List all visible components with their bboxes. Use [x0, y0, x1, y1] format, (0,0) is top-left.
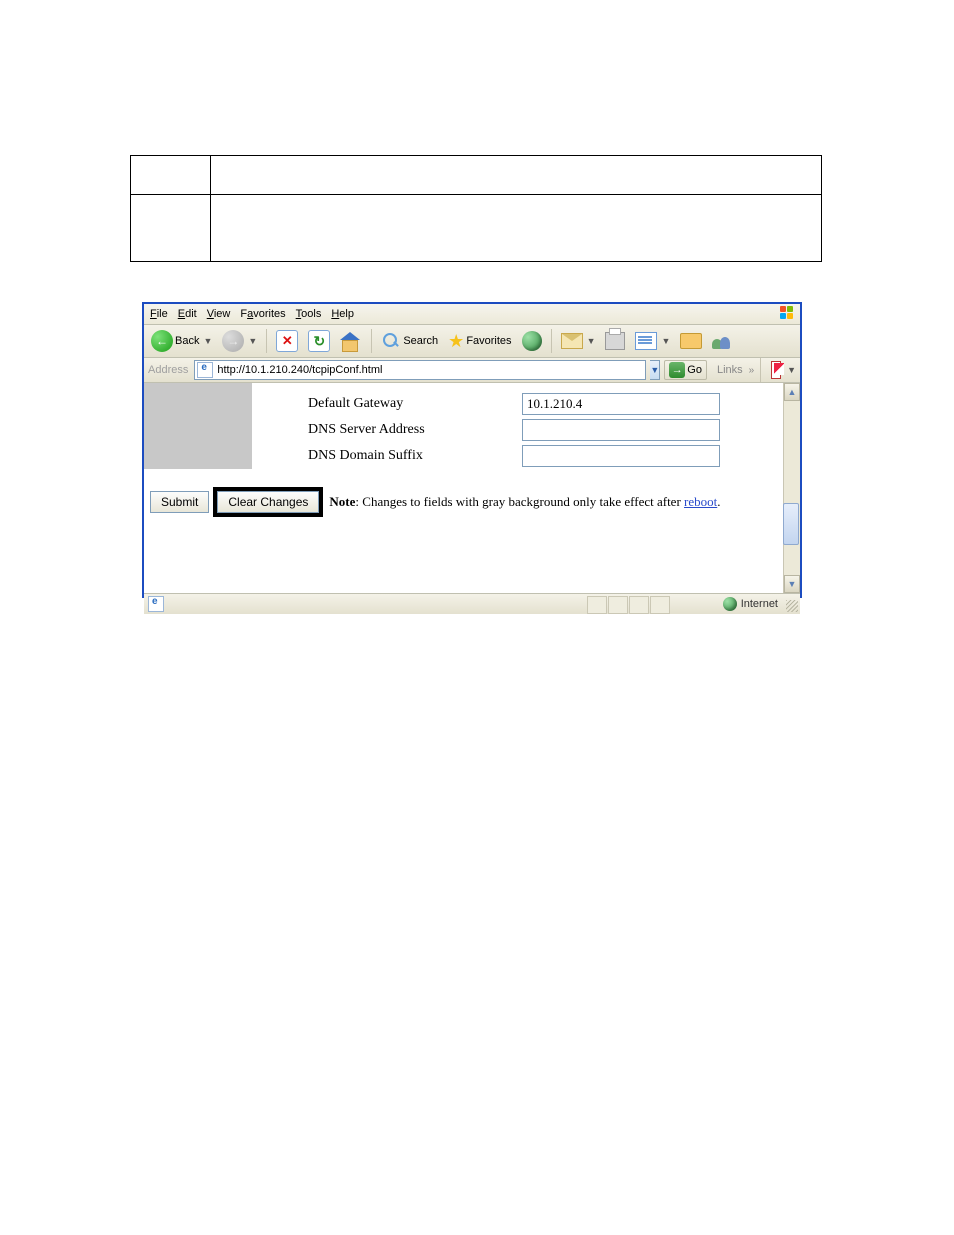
- dns-input[interactable]: [522, 419, 720, 441]
- back-button[interactable]: ← Back ▼: [148, 329, 215, 353]
- dropdown-caret-icon[interactable]: ▼: [787, 365, 796, 375]
- page-icon: [148, 596, 164, 612]
- top-table: [130, 155, 822, 262]
- submit-button[interactable]: Submit: [150, 491, 209, 513]
- resize-grip-icon[interactable]: [786, 600, 798, 612]
- menu-help[interactable]: Help: [331, 308, 354, 320]
- clear-changes-highlight: Clear Changes: [213, 487, 323, 517]
- windows-flag-icon: [780, 306, 796, 320]
- messenger-button[interactable]: [709, 329, 735, 353]
- sidebar-gray-block: [144, 383, 252, 469]
- address-bar: Address http://10.1.210.240/tcpipConf.ht…: [144, 358, 800, 383]
- search-label: Search: [403, 335, 438, 347]
- browser-window: File Edit View Favorites Tools Help ← Ba…: [142, 302, 802, 598]
- address-input[interactable]: http://10.1.210.240/tcpipConf.html: [194, 360, 646, 380]
- page-icon: [197, 362, 213, 378]
- people-icon: [712, 333, 732, 349]
- note-text: Note: Changes to fields with gray backgr…: [329, 494, 720, 510]
- go-button[interactable]: → Go: [664, 360, 707, 380]
- dns-label: DNS Server Address: [308, 422, 522, 438]
- folder-icon: [680, 333, 702, 349]
- security-zone: Internet: [723, 597, 778, 611]
- menu-edit[interactable]: Edit: [178, 308, 197, 320]
- chevron-icon[interactable]: »: [749, 365, 755, 376]
- go-label: Go: [687, 364, 702, 376]
- search-icon: [381, 331, 401, 351]
- scroll-thumb[interactable]: [783, 503, 799, 545]
- menu-bar: File Edit View Favorites Tools Help: [144, 304, 800, 325]
- suffix-label: DNS Domain Suffix: [308, 448, 522, 464]
- media-icon: [522, 331, 542, 351]
- menu-view[interactable]: View: [207, 308, 231, 320]
- back-label: Back: [175, 335, 199, 347]
- reboot-link[interactable]: reboot: [684, 494, 717, 509]
- page-content: Default Gateway DNS Server Address DNS D…: [144, 383, 800, 593]
- status-bar: Internet: [144, 593, 800, 614]
- note-bold: Note: [329, 494, 355, 509]
- note-end: .: [717, 494, 720, 509]
- scroll-down-icon[interactable]: ▼: [784, 575, 800, 593]
- address-dropdown[interactable]: ▼: [650, 360, 660, 380]
- clear-changes-button[interactable]: Clear Changes: [217, 491, 319, 513]
- star-icon: ★: [448, 332, 464, 350]
- suffix-input[interactable]: [522, 445, 720, 467]
- menu-favorites[interactable]: Favorites: [240, 308, 285, 320]
- refresh-icon: ↻: [308, 330, 330, 352]
- stop-icon: ✕: [276, 330, 298, 352]
- vertical-scrollbar[interactable]: ▲ ▼: [783, 383, 800, 593]
- media-button[interactable]: [519, 329, 545, 353]
- edit-icon: [635, 332, 657, 350]
- status-panes: [587, 596, 670, 614]
- dropdown-caret-icon: ▼: [248, 336, 257, 346]
- address-label: Address: [148, 364, 188, 376]
- toolbar: ← Back ▼ → ▼ ✕ ↻ Search ★ Favorites ▼ ▼: [144, 325, 800, 358]
- button-row: Submit Clear Changes Note: Changes to fi…: [150, 487, 721, 517]
- forward-arrow-icon: →: [222, 330, 244, 352]
- dropdown-caret-icon: ▼: [203, 336, 212, 346]
- print-icon: [605, 332, 625, 350]
- stop-button[interactable]: ✕: [273, 329, 301, 353]
- go-arrow-icon: →: [669, 362, 685, 378]
- menu-file[interactable]: File: [150, 308, 168, 320]
- favorites-button[interactable]: ★ Favorites: [445, 329, 514, 353]
- print-button[interactable]: [602, 329, 628, 353]
- mail-button[interactable]: ▼: [558, 329, 599, 353]
- internet-zone-icon: [723, 597, 737, 611]
- gateway-input[interactable]: [522, 393, 720, 415]
- edit-button[interactable]: ▼: [632, 329, 673, 353]
- zone-label: Internet: [741, 598, 778, 610]
- gateway-label: Default Gateway: [308, 396, 522, 412]
- links-label[interactable]: Links: [717, 364, 743, 376]
- address-url: http://10.1.210.240/tcpipConf.html: [217, 364, 382, 376]
- search-button[interactable]: Search: [378, 329, 441, 353]
- mail-icon: [561, 333, 583, 349]
- menu-tools[interactable]: Tools: [296, 308, 322, 320]
- forward-button[interactable]: → ▼: [219, 329, 260, 353]
- home-button[interactable]: [337, 329, 365, 353]
- note-body: : Changes to fields with gray background…: [355, 494, 684, 509]
- back-arrow-icon: ←: [151, 330, 173, 352]
- folder-button[interactable]: [677, 329, 705, 353]
- refresh-button[interactable]: ↻: [305, 329, 333, 353]
- scroll-up-icon[interactable]: ▲: [784, 383, 800, 401]
- home-icon: [340, 330, 362, 352]
- favorites-label: Favorites: [466, 335, 511, 347]
- adobe-pdf-icon[interactable]: [771, 361, 781, 379]
